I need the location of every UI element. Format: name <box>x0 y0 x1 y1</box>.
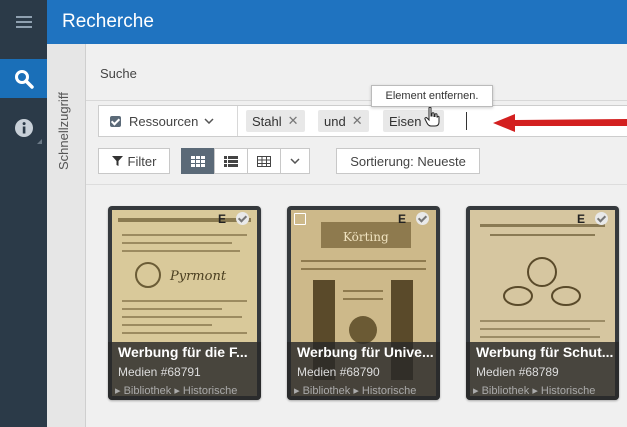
chip-label: und <box>324 113 346 129</box>
grid-view-button[interactable] <box>181 148 215 174</box>
check-icon[interactable] <box>236 212 249 225</box>
chevron-down-icon <box>290 158 300 164</box>
search-section-label: Suche <box>100 66 137 81</box>
chip-label: Eisen <box>389 113 422 129</box>
resource-scope-label: Ressourcen <box>129 113 199 129</box>
hamburger-icon <box>15 16 32 28</box>
card-badge: E <box>218 212 227 226</box>
remove-element-tooltip: Element entfernen. <box>371 85 493 107</box>
filter-icon <box>111 156 123 166</box>
page-title: Recherche <box>62 11 154 32</box>
svg-text:Pyrmont: Pyrmont <box>169 269 227 284</box>
card-path: ▸ Bibliothek ▸ Historische <box>473 385 596 397</box>
card-media-id: Medien #68790 <box>297 365 380 379</box>
svg-text:Körting: Körting <box>343 230 389 244</box>
divider <box>86 184 627 185</box>
hamburger-menu-button[interactable] <box>0 0 47 44</box>
filter-button[interactable]: Filter <box>98 148 170 174</box>
hand-cursor-icon <box>424 107 440 127</box>
check-icon[interactable] <box>595 212 608 225</box>
card-path: ▸ Bibliothek ▸ Historische <box>294 385 417 397</box>
info-icon <box>14 119 33 137</box>
grid-view-icon <box>191 155 205 167</box>
card-path: ▸ Bibliothek ▸ Historische <box>115 385 238 397</box>
view-options-dropdown[interactable] <box>280 148 310 174</box>
chevron-down-icon <box>204 118 214 124</box>
text-cursor <box>466 112 467 130</box>
chip-label: Stahl <box>252 113 282 129</box>
sort-label: Sortierung: Neueste <box>350 153 466 169</box>
table-view-button[interactable] <box>247 148 281 174</box>
resource-scope-dropdown[interactable]: Ressourcen <box>99 106 238 136</box>
card-title[interactable]: Werbung für Schut... <box>476 344 613 360</box>
list-view-button[interactable] <box>214 148 248 174</box>
search-icon <box>14 69 34 89</box>
document-icon <box>294 213 306 225</box>
table-view-icon <box>257 155 271 167</box>
card-title[interactable]: Werbung für Unive... <box>297 344 434 360</box>
corner-indicator <box>37 139 42 144</box>
card-media-id: Medien #68789 <box>476 365 559 379</box>
sort-button[interactable]: Sortierung: Neueste <box>336 148 480 174</box>
card-badge: E <box>398 212 407 226</box>
tooltip-text: Element entfernen. <box>385 90 479 102</box>
app-header: Recherche <box>47 0 627 44</box>
search-chip[interactable]: Stahl ✕ <box>246 110 305 132</box>
red-arrow-annotation <box>493 114 627 132</box>
info-nav-button[interactable] <box>0 107 47 149</box>
quick-access-label[interactable]: Schnellzugriff <box>56 92 71 170</box>
close-icon[interactable]: ✕ <box>288 113 299 129</box>
search-chip[interactable]: und ✕ <box>318 110 369 132</box>
search-nav-button[interactable] <box>0 59 47 98</box>
search-section-header: Suche <box>86 54 627 101</box>
checkbox-icon <box>110 115 121 127</box>
card-badge: E <box>577 212 586 226</box>
list-view-icon <box>224 155 238 167</box>
filter-label: Filter <box>127 153 157 169</box>
close-icon[interactable]: ✕ <box>352 113 363 129</box>
card-media-id: Medien #68791 <box>118 365 201 379</box>
card-title[interactable]: Werbung für die F... <box>118 344 248 360</box>
check-icon[interactable] <box>416 212 429 225</box>
